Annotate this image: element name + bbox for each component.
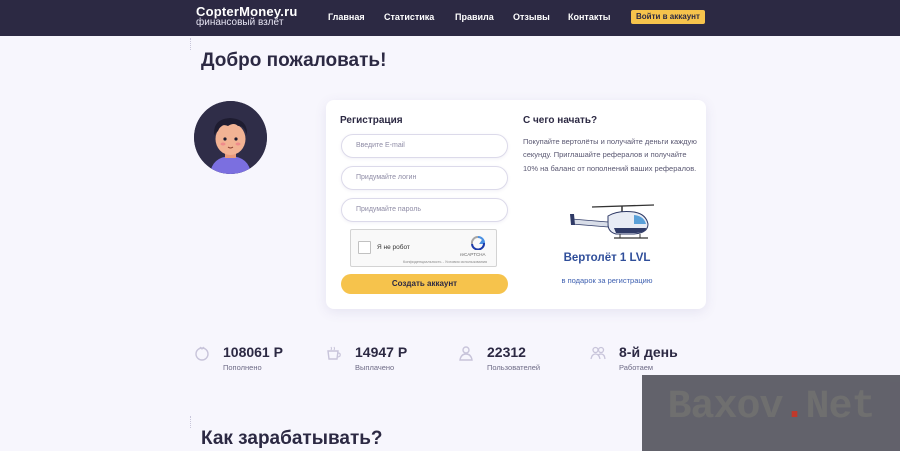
stat-label: Выплачено: [355, 363, 395, 372]
recaptcha-widget: Я не робот reCAPTCHA Конфиденциальность …: [350, 229, 497, 267]
captcha-checkbox[interactable]: [358, 241, 371, 254]
create-account-button[interactable]: Создать аккаунт: [341, 274, 508, 294]
start-description: Покупайте вертолёты и получайте деньги к…: [523, 137, 697, 173]
page-title: Добро пожаловать!: [201, 50, 387, 71]
stat-value: 8-й день: [619, 344, 678, 360]
stat-label: Пользователей: [487, 363, 541, 372]
start-title: С чего начать?: [523, 115, 598, 126]
registration-card: Регистрация Введите E-mail Придумайте ло…: [326, 100, 706, 309]
stat-value: 14947 Р: [355, 344, 408, 360]
email-field[interactable]: Введите E-mail: [341, 134, 508, 158]
users-icon: [459, 346, 473, 361]
people-icon: [590, 346, 606, 360]
nav-statistics[interactable]: Статистика: [384, 12, 444, 22]
section-title: Как зарабатывать?: [201, 428, 383, 449]
helicopter-icon: [570, 204, 655, 239]
password-field[interactable]: Придумайте пароль: [341, 198, 508, 222]
cup-icon: [327, 346, 341, 360]
stat-label: Работаем: [619, 363, 654, 372]
site-logo[interactable]: CopterMoney.ru финансовый взлёт: [196, 5, 298, 28]
helicopter-name: Вертолёт 1 LVL: [563, 252, 651, 264]
coin-icon: [195, 346, 209, 361]
top-navbar: CopterMoney.ru финансовый взлёт Главная …: [0, 0, 900, 36]
nav-home[interactable]: Главная: [328, 12, 365, 22]
decorative-divider: [190, 416, 194, 428]
registration-title: Регистрация: [340, 115, 403, 126]
recaptcha-logo-icon: [470, 236, 486, 250]
login-button[interactable]: Войти в аккаунт: [631, 10, 705, 24]
avatar: [194, 101, 267, 174]
captcha-label: Я не робот: [377, 244, 410, 251]
watermark-text: Baxov.Net: [642, 385, 900, 430]
stat-value: 108061 Р: [223, 344, 283, 360]
avatar-illustration-icon: [194, 101, 267, 174]
watermark-dot: .: [782, 385, 807, 430]
nav-contacts[interactable]: Контакты: [568, 12, 618, 22]
captcha-brand: reCAPTCHA: [460, 252, 486, 257]
login-field[interactable]: Придумайте логин: [341, 166, 508, 190]
stat-value: 22312: [487, 344, 526, 360]
helicopter-gift-text: в подарок за регистрацию: [561, 276, 653, 285]
nav-rules[interactable]: Правила: [455, 12, 494, 22]
nav-reviews[interactable]: Отзывы: [513, 12, 550, 22]
watermark-part2: Net: [805, 385, 876, 430]
decorative-divider: [190, 38, 194, 50]
captcha-terms-link[interactable]: Конфиденциальность - Условия использован…: [403, 260, 487, 264]
stat-label: Пополнено: [223, 363, 262, 372]
logo-subtitle: финансовый взлёт: [196, 17, 284, 28]
watermark-part1: Baxov: [667, 385, 783, 430]
watermark: Baxov.Net: [642, 375, 900, 451]
